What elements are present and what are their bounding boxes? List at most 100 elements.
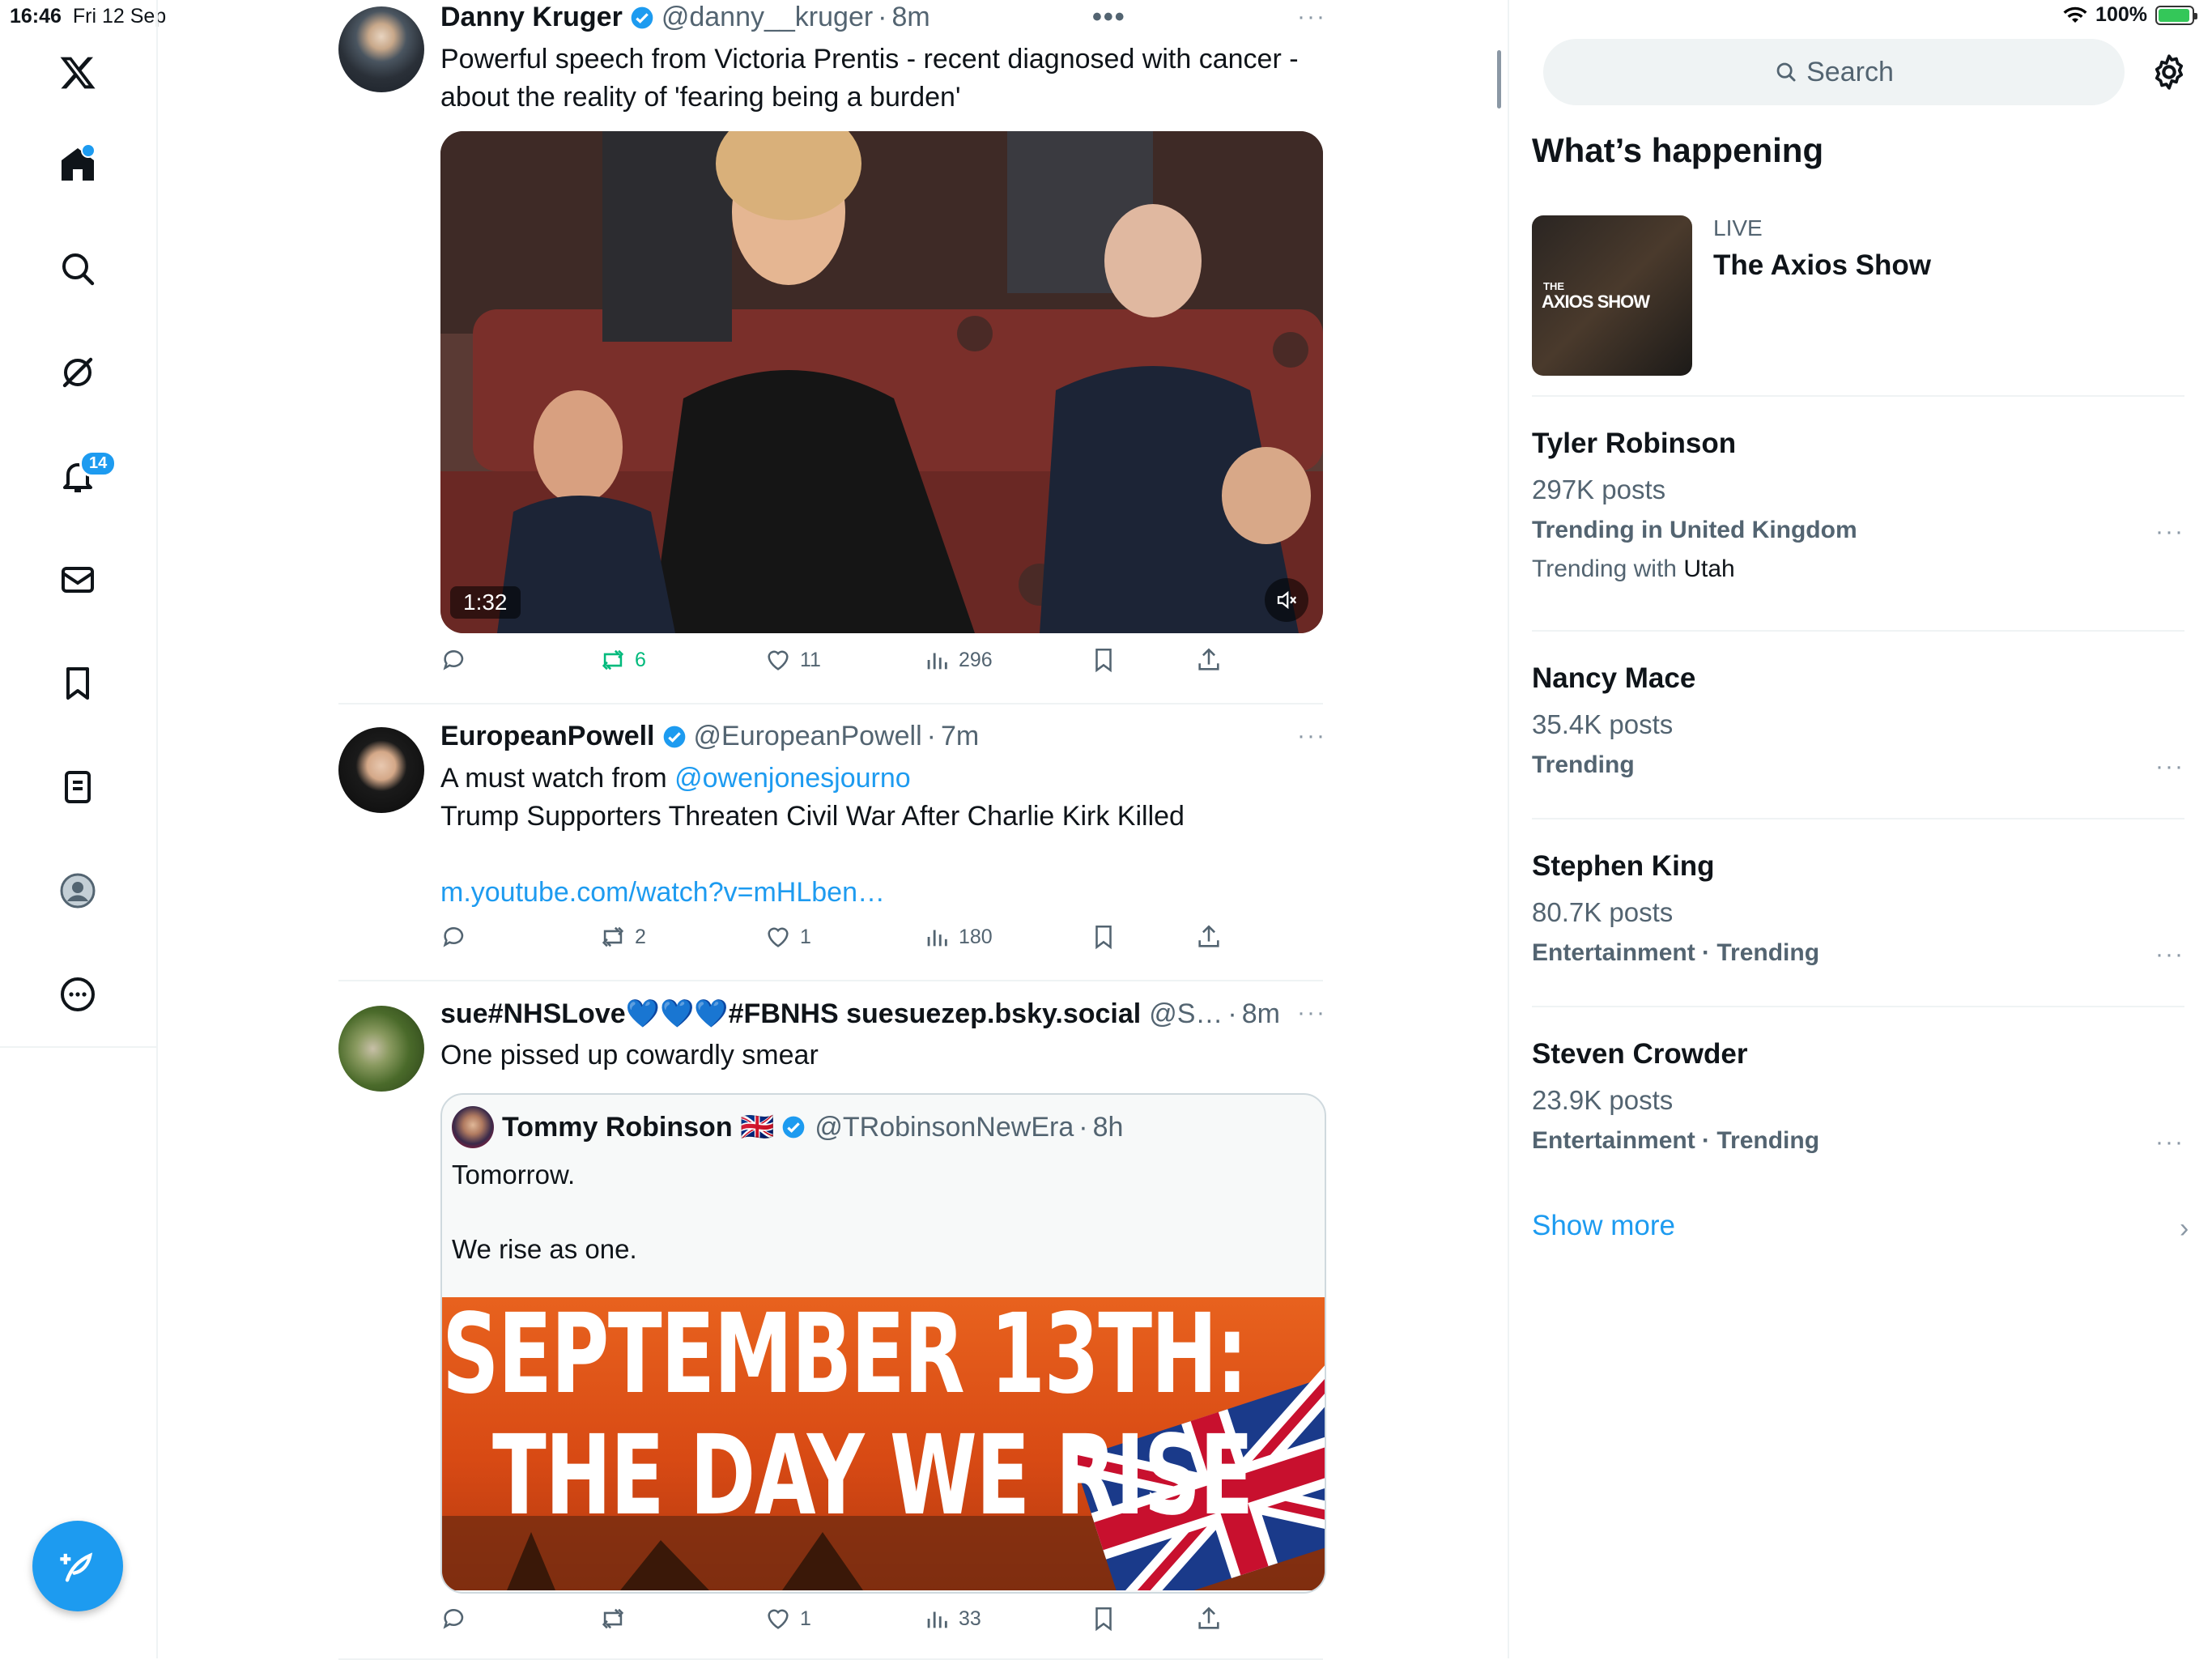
nav-profile[interactable] [45, 858, 110, 923]
post-menu-button[interactable]: ··· [1297, 722, 1326, 750]
trend-more-button[interactable]: ··· [2155, 518, 2184, 546]
bookmark-icon [1095, 925, 1112, 950]
banner-headline-2: THE DAY WE RISE [492, 1412, 1253, 1540]
video-frame [440, 131, 1323, 633]
views-chart-icon [927, 930, 947, 947]
post-actions: 2 1 180 [440, 923, 1323, 960]
trend-divider [1532, 818, 2184, 819]
left-nav: 14 [0, 0, 158, 1658]
post-text: Powerful speech from Victoria Prentis - … [440, 44, 1299, 113]
repost-button[interactable]: 2 [599, 923, 646, 951]
share-icon [1198, 648, 1219, 670]
nav-explore[interactable] [45, 236, 110, 301]
nav-lists[interactable] [45, 755, 110, 819]
repost-button[interactable] [599, 1605, 635, 1632]
trend-more-button[interactable]: ··· [2155, 753, 2184, 781]
compose-post-button[interactable] [32, 1521, 123, 1611]
reply-button[interactable] [440, 646, 476, 674]
bookmark-button[interactable] [1090, 923, 1117, 951]
repost-icon [602, 649, 624, 670]
post-time[interactable]: 8m [892, 2, 930, 33]
external-link[interactable]: m.youtube.com/watch?v=mHLben… [440, 877, 885, 908]
tweet-divider [338, 980, 1323, 981]
show-more-link[interactable]: Show more [1532, 1210, 1675, 1242]
bookmark-button[interactable] [1090, 1605, 1117, 1632]
post-time[interactable]: 7m [941, 721, 979, 752]
author-handle[interactable]: @S… [1149, 998, 1223, 1030]
mute-toggle[interactable] [1265, 578, 1308, 622]
profile-avatar-icon [60, 873, 96, 909]
live-title[interactable]: The Axios Show [1713, 249, 1931, 282]
author-name[interactable]: Danny Kruger [440, 2, 623, 33]
post-time[interactable]: 8m [1242, 998, 1280, 1030]
views-button[interactable]: 33 [923, 1605, 981, 1632]
like-button[interactable]: 11 [764, 646, 821, 674]
bookmark-button[interactable] [1090, 646, 1117, 674]
reply-button[interactable] [440, 923, 476, 951]
author-name[interactable]: sue#NHSLove💙💙💙#FBNHS suesuezep.bsky.soci… [440, 998, 1141, 1030]
live-label: LIVE [1713, 215, 1763, 240]
author-handle[interactable]: @EuropeanPowell [694, 721, 922, 752]
repost-icon [602, 926, 624, 947]
reply-icon [443, 927, 464, 947]
views-button[interactable]: 296 [923, 646, 993, 674]
quoted-post[interactable]: Tommy Robinson 🇬🇧 @TRobinsonNewEra · 8h … [440, 1093, 1326, 1594]
post-menu-button[interactable]: ··· [1297, 3, 1326, 31]
grok-icon [62, 357, 93, 388]
repost-icon [602, 1608, 624, 1629]
timeline-scrollbar[interactable] [1497, 50, 1501, 109]
views-chart-icon [927, 653, 947, 670]
author-handle[interactable]: @danny__kruger [661, 2, 873, 33]
nav-grok[interactable] [45, 340, 110, 405]
x-logo-icon[interactable] [45, 40, 110, 105]
share-button[interactable] [1195, 1605, 1223, 1632]
repost-count: 2 [635, 925, 646, 948]
trend-more-button[interactable]: ··· [2155, 1129, 2184, 1156]
like-count: 11 [800, 648, 821, 671]
repost-count: 6 [635, 648, 646, 671]
bookmark-icon [1095, 1607, 1112, 1632]
trend-item[interactable]: Stephen King 80.7K posts Entertainment ·… [1532, 850, 2184, 968]
trend-item[interactable]: Nancy Mace 35.4K posts Trending ··· [1532, 662, 2184, 781]
quoted-post-time: 8h [1092, 1111, 1124, 1143]
chevron-right-icon: › [2180, 1213, 2189, 1244]
views-button[interactable]: 180 [923, 923, 993, 951]
quoted-text-line: We rise as one. [452, 1234, 637, 1264]
mention-link[interactable]: @owenjonesjourno [674, 763, 911, 794]
avatar[interactable] [338, 727, 424, 813]
trend-item[interactable]: Tyler Robinson 297K posts Trending in Un… [1532, 428, 2184, 583]
nav-home[interactable] [45, 132, 110, 197]
nav-notifications[interactable]: 14 [45, 444, 117, 509]
video-player[interactable]: 1:32 [440, 131, 1323, 633]
share-icon [1198, 925, 1219, 947]
repost-button[interactable]: 6 [599, 646, 646, 674]
avatar[interactable] [338, 6, 424, 92]
reply-button[interactable] [440, 1605, 476, 1632]
nav-bookmarks[interactable] [45, 651, 110, 716]
more-circle-icon [61, 977, 95, 1011]
more-dots-icon[interactable]: ••• [1092, 2, 1126, 33]
search-input[interactable]: Search [1543, 39, 2125, 105]
trend-item[interactable]: Steven Crowder 23.9K posts Entertainment… [1532, 1038, 2184, 1156]
reply-icon [443, 1609, 464, 1629]
like-button[interactable]: 1 [764, 1605, 811, 1632]
like-button[interactable]: 1 [764, 923, 811, 951]
quoted-author-name[interactable]: Tommy Robinson 🇬🇧 [502, 1111, 774, 1143]
gear-icon[interactable] [2149, 52, 2189, 92]
quoted-image[interactable]: SEPTEMBER 13TH: THE DAY WE RISE [442, 1297, 1325, 1590]
post-menu-button[interactable]: ··· [1297, 999, 1326, 1027]
trend-more-button[interactable]: ··· [2155, 941, 2184, 968]
quoted-avatar[interactable] [452, 1106, 494, 1148]
quoted-text-line: Tomorrow. [452, 1160, 576, 1190]
nav-divider [0, 1046, 156, 1048]
live-thumbnail[interactable]: THE AXIOS SHOW [1532, 215, 1692, 376]
trend-divider [1532, 630, 2184, 632]
nav-more[interactable] [45, 962, 110, 1027]
tweet-divider [338, 703, 1323, 704]
avatar[interactable] [338, 1006, 424, 1092]
share-button[interactable] [1195, 923, 1223, 951]
quoted-author-handle[interactable]: @TRobinsonNewEra [815, 1112, 1074, 1143]
share-button[interactable] [1195, 646, 1223, 674]
nav-messages[interactable] [45, 547, 110, 612]
author-name[interactable]: EuropeanPowell [440, 721, 655, 752]
